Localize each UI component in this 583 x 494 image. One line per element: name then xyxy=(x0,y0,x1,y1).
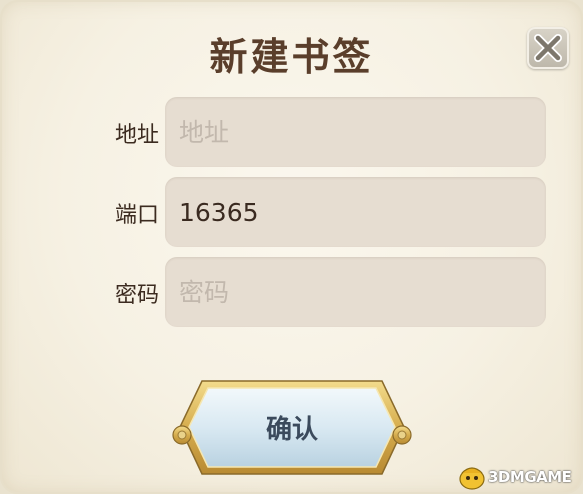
confirm-button-frame: 确认 xyxy=(168,377,416,478)
password-input[interactable] xyxy=(165,257,546,327)
port-input[interactable] xyxy=(165,177,546,247)
port-row: 端口 xyxy=(0,177,583,247)
close-x-icon xyxy=(534,34,562,62)
address-input[interactable] xyxy=(165,97,546,167)
watermark: 3DMGAME xyxy=(458,462,583,492)
close-button[interactable] xyxy=(527,27,569,69)
port-label: 端口 xyxy=(114,203,159,228)
3dmgame-logo-icon xyxy=(459,467,485,490)
address-row: 地址 xyxy=(0,97,583,167)
password-row: 密码 xyxy=(0,257,583,327)
new-bookmark-dialog: 新建书签 地址 端口 密码 xyxy=(0,0,583,494)
watermark-text: 3DMGAME xyxy=(488,468,572,486)
dialog-title: 新建书签 xyxy=(209,35,374,79)
confirm-button[interactable]: 确认 xyxy=(188,387,396,467)
password-label: 密码 xyxy=(114,283,159,308)
address-label: 地址 xyxy=(114,123,159,148)
